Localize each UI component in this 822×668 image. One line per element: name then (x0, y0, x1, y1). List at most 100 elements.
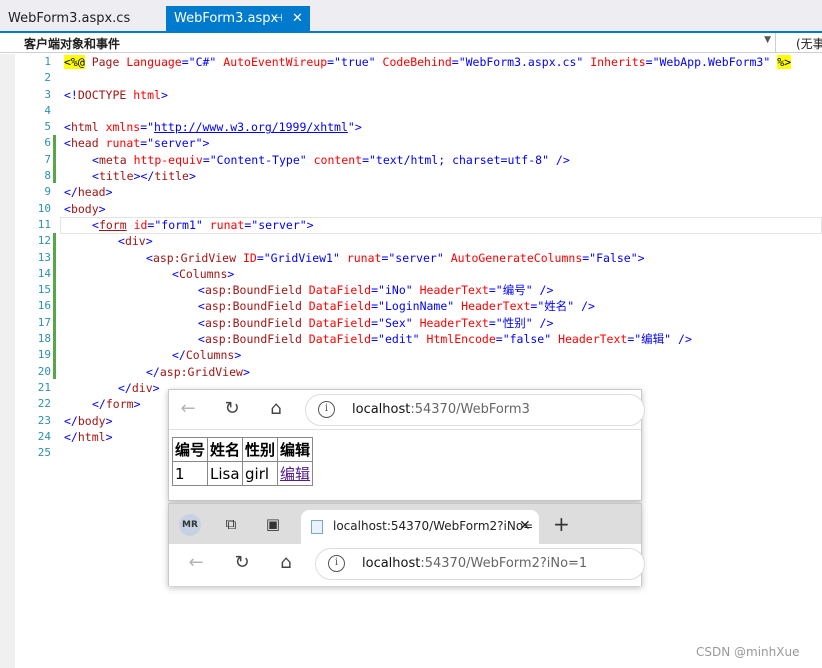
collections-icon[interactable]: ⧉ (221, 514, 241, 534)
attr-value: ="Sex" (371, 315, 413, 330)
reload-icon[interactable]: ↻ (221, 398, 243, 420)
tab-actions-icon[interactable]: ▣ (263, 514, 283, 534)
bracket: > (145, 234, 153, 249)
line-number: 16 (37, 299, 51, 313)
profile-avatar[interactable]: MR (179, 514, 201, 536)
line-number: 13 (37, 250, 51, 264)
browser-tab-webform2[interactable]: localhost:54370/WebForm2?iNo= ✕ (301, 510, 539, 544)
tag-name: html (77, 429, 106, 444)
line-number: 1 (44, 55, 51, 68)
line-number: 8 (44, 169, 51, 183)
close-tab-icon[interactable]: ✕ (519, 518, 531, 534)
bracket: > (105, 429, 113, 444)
edit-link[interactable]: 编辑 (280, 465, 310, 483)
bracket: </ (172, 348, 186, 363)
line-number: 20 (37, 364, 51, 378)
bracket: > (105, 413, 113, 428)
header-name: 姓名 (207, 437, 244, 462)
tab-label: WebForm3.aspx (174, 11, 279, 26)
bracket: > (637, 250, 645, 265)
tag-name: Columns (185, 348, 235, 363)
cell-name: Lisa (207, 461, 244, 486)
line-number: 11 (37, 217, 51, 231)
line-number: 24 (37, 429, 51, 443)
line-number: 4 (44, 103, 51, 117)
info-icon[interactable]: i (328, 555, 345, 572)
bracket: /> (549, 152, 570, 167)
event-dropdown-value[interactable]: (无事 (796, 35, 822, 52)
header-ino: 编号 (171, 437, 209, 462)
attr-value: ="server" (381, 250, 444, 265)
line-number: 2 (44, 71, 51, 85)
address-bar[interactable]: i localhost:54370/WebForm2?iNo=1 (315, 548, 645, 580)
attr-name: HeaderText (454, 299, 531, 314)
attr-value: ="false" (495, 332, 552, 347)
attr-name: Language (126, 55, 182, 69)
attr-name: DataField (301, 332, 372, 347)
object-dropdown[interactable]: 客户端对象和事件 ▼ (0, 33, 776, 52)
cell-edit: 编辑 (277, 461, 314, 486)
bracket: < (198, 332, 205, 347)
url-path: :54370/WebForm3 (410, 402, 530, 417)
chevron-down-icon[interactable]: ▼ (764, 35, 771, 45)
line-number: 5 (44, 120, 51, 134)
attr-value: ="False" (582, 250, 638, 265)
tag-name: form (105, 397, 134, 412)
attr-name: CodeBehind (375, 55, 452, 69)
bracket: </ (64, 185, 78, 200)
editor-margin (0, 54, 15, 668)
tag-name: form (98, 217, 127, 232)
bracket: < (198, 299, 205, 314)
bracket: > (242, 364, 250, 379)
code-line-16: <asp:BoundField DataField="LoginName" He… (64, 298, 791, 314)
tag-name: Columns (178, 266, 228, 281)
attr-name: HeaderText (412, 315, 489, 330)
reload-icon[interactable]: ↻ (231, 552, 253, 574)
bracket: < (118, 234, 125, 249)
line-number: 12 (37, 234, 51, 248)
attr-name: ID (236, 250, 257, 265)
bracket: < (172, 266, 179, 281)
directive-close: %> (777, 55, 792, 69)
line-number: 25 (37, 446, 51, 460)
home-icon[interactable]: ⌂ (275, 552, 297, 574)
close-icon[interactable]: ✕ (292, 6, 303, 31)
pin-icon[interactable]: ⊣ (274, 6, 283, 31)
namespace-link[interactable]: http://www.w3.org/1999/xhtml (154, 120, 348, 134)
back-arrow-icon[interactable]: ← (177, 398, 199, 420)
attr-name: id (126, 217, 148, 232)
attr-value: ="LoginName" (371, 299, 455, 314)
attr-value: ="编号" (488, 283, 533, 298)
tag-name: head (70, 136, 99, 151)
bracket: > (354, 120, 362, 135)
object-dropdown-value: 客户端对象和事件 (24, 37, 121, 51)
browser-tab-title: localhost:54370/WebForm2?iNo= (333, 519, 534, 533)
bracket: <! (64, 87, 78, 102)
bracket: < (64, 201, 71, 216)
tag-name: body (77, 413, 106, 428)
bracket: > (133, 397, 141, 412)
line-number: 18 (37, 332, 51, 346)
bracket: </ (64, 429, 78, 444)
back-arrow-icon[interactable]: ← (185, 552, 207, 574)
attr-value: ="姓名" (530, 299, 575, 314)
new-tab-button[interactable]: + (553, 512, 570, 536)
cell-sex: girl (242, 461, 279, 486)
tag-name: asp:BoundField (204, 299, 302, 314)
attr-name: runat (339, 250, 382, 265)
tab-webform3-aspx[interactable]: WebForm3.aspx ⊣ ✕ (166, 6, 310, 31)
line-number: 22 (37, 397, 51, 411)
attr-value: ="server" (140, 136, 203, 151)
address-bar[interactable]: i localhost:54370/WebForm3 (305, 394, 645, 426)
home-icon[interactable]: ⌂ (265, 398, 287, 420)
info-icon[interactable]: i (318, 401, 335, 418)
code-line-15: <asp:BoundField DataField="iNo" HeaderTe… (64, 282, 791, 298)
attr-value: ="编辑" (627, 332, 672, 347)
tab-webform3-aspx-cs[interactable]: WebForm3.aspx.cs (0, 6, 160, 31)
attr-value: " (347, 120, 355, 135)
attr-name: html (126, 87, 161, 102)
gridview-table: 编号 姓名 性别 编辑 1 Lisa girl 编辑 (171, 437, 314, 486)
attr-name: DataField (301, 299, 372, 314)
line-number: 9 (44, 185, 51, 199)
